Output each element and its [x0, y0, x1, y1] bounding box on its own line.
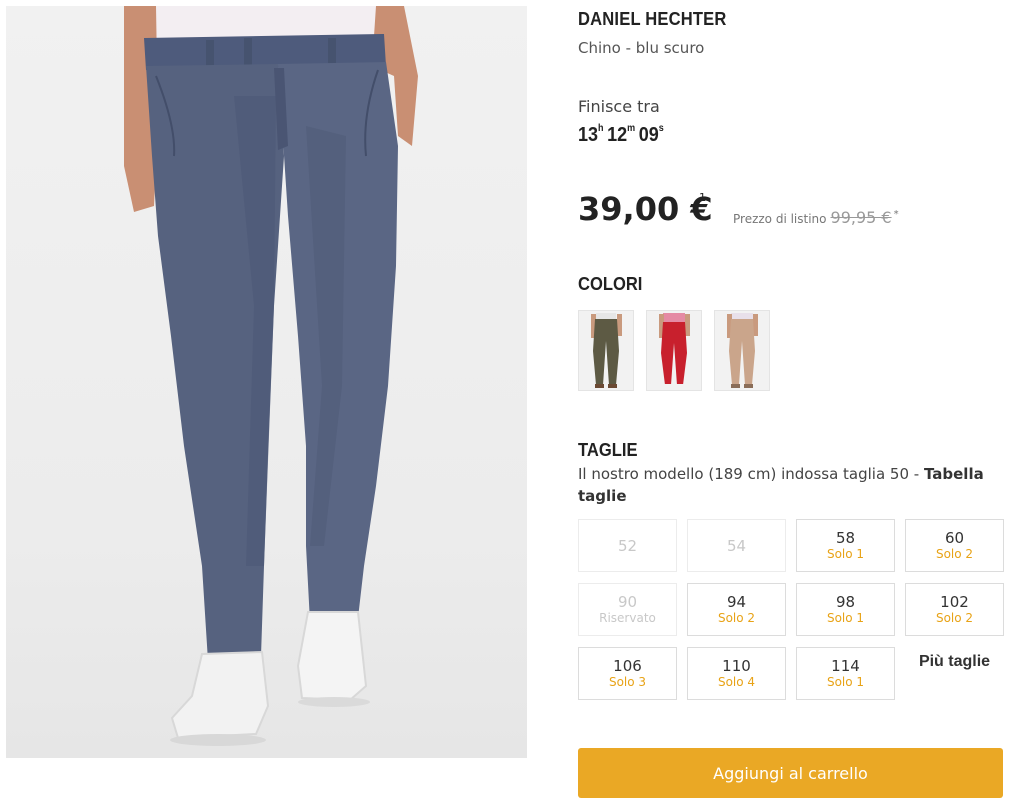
list-price-label: Prezzo di listino — [733, 212, 827, 226]
size-number: 90 — [617, 593, 638, 611]
size-number: 60 — [944, 529, 965, 547]
model-size-note: Il nostro modello (189 cm) indossa tagli… — [578, 463, 998, 507]
size-number: 58 — [835, 529, 856, 547]
product-subtitle: Chino - blu scuro — [578, 39, 705, 57]
countdown-seconds-unit: s — [658, 123, 664, 134]
size-number: 94 — [726, 593, 747, 611]
countdown-timer: 13h 12m 09s — [578, 123, 667, 147]
colors-heading: COLORI — [578, 274, 643, 294]
more-sizes-link[interactable]: Più taglie — [905, 647, 1004, 700]
countdown-hours-unit: h — [598, 123, 604, 134]
sizes-heading: TAGLIE — [578, 440, 638, 460]
size-stock: Solo 2 — [717, 611, 756, 625]
model-size-text: Il nostro modello (189 cm) indossa tagli… — [578, 465, 924, 483]
size-number: 98 — [835, 593, 856, 611]
size-stock: Riservato — [599, 611, 656, 625]
color-swatch-red[interactable] — [646, 310, 702, 391]
size-option-114[interactable]: 114 Solo 1 — [796, 647, 895, 700]
size-grid: 52 54 58 Solo 1 60 Solo 2 90 Riservato 9… — [578, 519, 1004, 700]
color-swatches — [578, 310, 770, 391]
size-stock: Solo 2 — [935, 547, 974, 561]
list-price: Prezzo di listino 99,95 € * — [733, 208, 899, 227]
size-option-94[interactable]: 94 Solo 2 — [687, 583, 786, 636]
countdown-seconds: 09 — [638, 124, 659, 146]
product-photo-illustration — [124, 6, 418, 746]
size-option-60[interactable]: 60 Solo 2 — [905, 519, 1004, 572]
size-stock: Solo 1 — [826, 675, 865, 689]
countdown-hours: 13 — [578, 124, 599, 146]
size-stock: Solo 1 — [826, 547, 865, 561]
brand-name[interactable]: DANIEL HECHTER — [578, 9, 727, 30]
size-stock: Solo 4 — [717, 675, 756, 689]
size-number: 114 — [831, 657, 860, 675]
size-option-110[interactable]: 110 Solo 4 — [687, 647, 786, 700]
product-image[interactable] — [6, 6, 527, 758]
sale-price: 39,00 € — [578, 190, 713, 228]
size-stock: Solo 1 — [826, 611, 865, 625]
add-to-cart-button[interactable]: Aggiungi al carrello — [578, 748, 1003, 798]
size-stock: Solo 2 — [935, 611, 974, 625]
size-option-90: 90 Riservato — [578, 583, 677, 636]
size-option-58[interactable]: 58 Solo 1 — [796, 519, 895, 572]
color-swatch-olive[interactable] — [578, 310, 634, 391]
size-option-98[interactable]: 98 Solo 1 — [796, 583, 895, 636]
size-number: 54 — [726, 536, 747, 555]
size-option-102[interactable]: 102 Solo 2 — [905, 583, 1004, 636]
list-price-value: 99,95 € — [830, 208, 892, 227]
countdown-minutes: 12 — [607, 124, 628, 146]
size-option-52: 52 — [578, 519, 677, 572]
size-number: 52 — [617, 536, 638, 555]
size-number: 102 — [940, 593, 969, 611]
countdown-label: Finisce tra — [578, 97, 660, 116]
price-footnote: 1 — [699, 191, 706, 204]
list-price-footnote: * — [893, 209, 899, 220]
size-number: 110 — [722, 657, 751, 675]
size-option-54: 54 — [687, 519, 786, 572]
size-stock: Solo 3 — [608, 675, 647, 689]
size-number: 106 — [613, 657, 642, 675]
countdown-minutes-unit: m — [627, 123, 636, 134]
size-option-106[interactable]: 106 Solo 3 — [578, 647, 677, 700]
color-swatch-beige[interactable] — [714, 310, 770, 391]
